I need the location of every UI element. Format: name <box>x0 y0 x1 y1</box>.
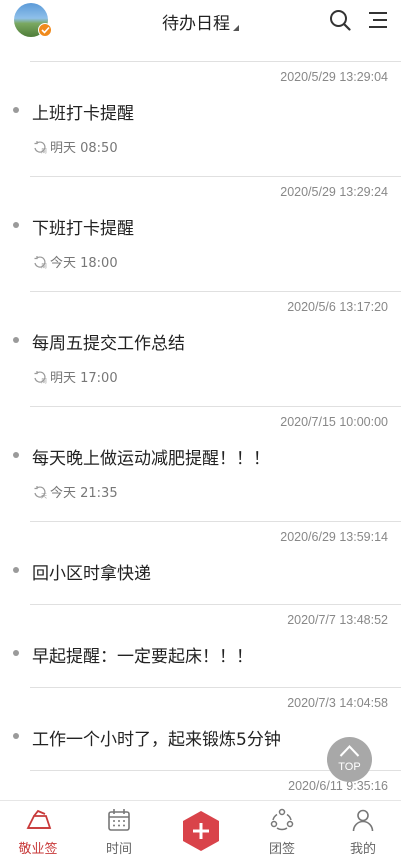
scroll-top-button[interactable]: TOP <box>327 737 372 782</box>
repeat-alarm-icon: 周 <box>34 255 47 269</box>
divider <box>30 604 401 605</box>
item-timestamp: 2020/7/3 14:04:58 <box>287 696 388 710</box>
item-title: 上班打卡提醒 <box>32 104 134 124</box>
svg-text:周: 周 <box>41 148 47 154</box>
bullet-dot <box>13 452 19 458</box>
bullet-dot <box>13 733 19 739</box>
nav-label: 我的 <box>349 842 376 856</box>
item-title: 早起提醒：一定要起床！！！ <box>32 647 253 667</box>
reminder-time: 今天 21:35 <box>50 486 118 501</box>
item-reminder: 天 今天 21:35 <box>32 482 118 501</box>
item-reminder: 周 今天 18:00 <box>32 252 118 271</box>
bullet-dot <box>13 222 19 228</box>
item-reminder: 周 明天 17:00 <box>32 367 118 386</box>
item-timestamp: 2020/5/29 13:29:24 <box>280 185 388 199</box>
menu-icon[interactable] <box>368 10 388 30</box>
item-title: 下班打卡提醒 <box>32 219 134 239</box>
repeat-alarm-icon: 天 <box>34 485 47 499</box>
bullet-dot <box>13 107 19 113</box>
item-title: 每周五提交工作总结 <box>32 334 185 354</box>
nav-label: 敬业签 <box>18 842 58 856</box>
nav-item-jingyeqian[interactable]: 敬业签 <box>3 801 73 856</box>
item-timestamp: 2020/6/29 13:59:14 <box>280 530 388 544</box>
header-bar: 待办日程 <box>0 0 401 44</box>
add-icon <box>183 811 219 851</box>
divider <box>30 521 401 522</box>
search-icon[interactable] <box>329 9 351 31</box>
repeat-alarm-icon: 周 <box>34 370 47 384</box>
bullet-dot <box>13 650 19 656</box>
reminder-time: 明天 08:50 <box>50 141 118 156</box>
repeat-alarm-icon: 周 <box>34 140 47 154</box>
divider <box>30 687 401 688</box>
svg-text:天: 天 <box>41 493 47 499</box>
item-reminder: 周 明天 08:50 <box>32 137 118 156</box>
svg-text:周: 周 <box>41 263 47 269</box>
group-icon <box>270 808 294 831</box>
page-title: 待办日程 <box>162 14 230 34</box>
nav-item-time[interactable]: 时间 <box>84 801 154 856</box>
person-icon <box>352 809 374 832</box>
item-title: 工作一个小时了，起来锻炼5分钟 <box>32 730 281 750</box>
divider <box>30 61 401 62</box>
caret-down-icon <box>233 25 239 31</box>
item-timestamp: 2020/6/11 9:35:16 <box>288 779 388 793</box>
nav-label: 团签 <box>268 842 295 856</box>
notebook-icon <box>26 809 52 829</box>
bullet-dot <box>13 567 19 573</box>
svg-text:周: 周 <box>41 378 47 384</box>
item-title: 每天晚上做运动减肥提醒！！！ <box>32 449 270 469</box>
todo-list[interactable]: 2020/5/29 13:29:04 上班打卡提醒 周 明天 08:50 202… <box>0 44 401 800</box>
bottom-nav: 敬业签 时间 团签 我的 <box>0 800 401 856</box>
nav-label: 时间 <box>105 842 132 856</box>
reminder-time: 明天 17:00 <box>50 371 118 386</box>
chevron-up-icon <box>339 745 360 757</box>
item-timestamp: 2020/7/15 10:00:00 <box>280 415 388 429</box>
reminder-time: 今天 18:00 <box>50 256 118 271</box>
item-timestamp: 2020/5/29 13:29:04 <box>280 70 388 84</box>
item-timestamp: 2020/7/7 13:48:52 <box>287 613 388 627</box>
calendar-icon <box>108 809 130 831</box>
divider <box>30 291 401 292</box>
nav-item-tuanqian[interactable]: 团签 <box>247 801 317 856</box>
nav-item-mine[interactable]: 我的 <box>328 801 398 856</box>
divider <box>30 406 401 407</box>
item-title: 回小区时拿快递 <box>32 564 151 584</box>
scroll-top-label: TOP <box>338 761 361 773</box>
item-timestamp: 2020/5/6 13:17:20 <box>287 300 388 314</box>
divider <box>30 176 401 177</box>
bullet-dot <box>13 337 19 343</box>
add-button[interactable] <box>181 810 221 852</box>
